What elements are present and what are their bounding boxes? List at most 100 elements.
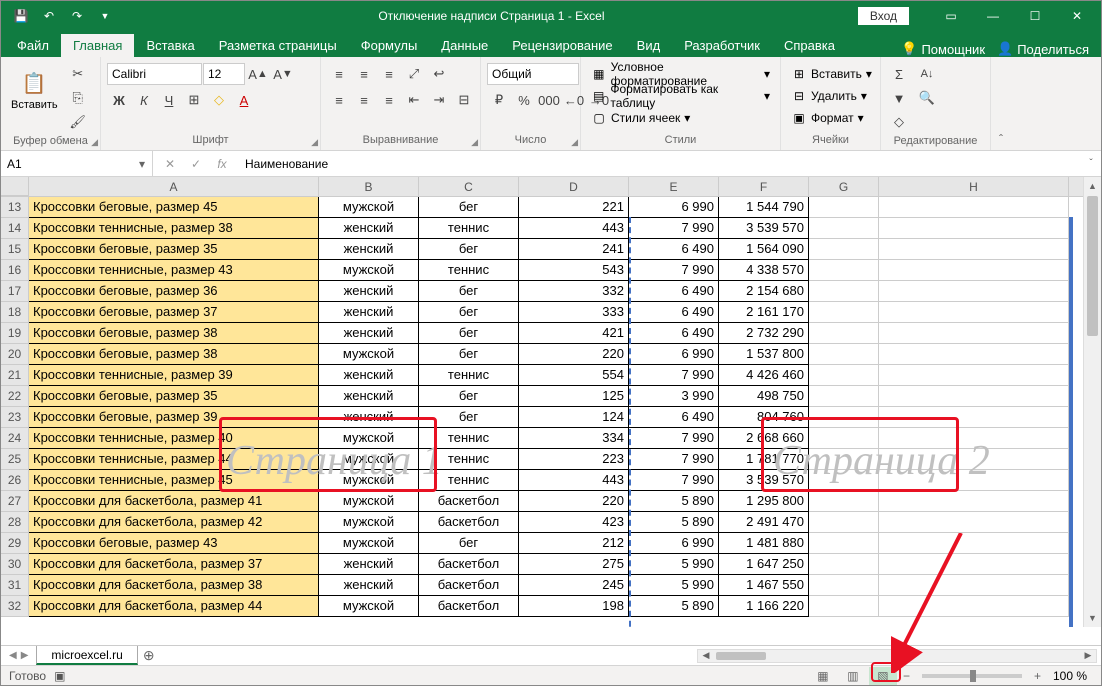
cell[interactable]: мужской (319, 533, 419, 554)
cell[interactable] (809, 428, 879, 449)
cell[interactable]: 5 890 (629, 596, 719, 617)
cell[interactable] (809, 302, 879, 323)
col-header-D[interactable]: D (519, 177, 629, 196)
cell[interactable]: 125 (519, 386, 629, 407)
horizontal-scrollbar[interactable]: ◀ ▶ (697, 649, 1097, 663)
number-launcher-icon[interactable]: ◢ (571, 137, 578, 148)
cell-styles-button[interactable]: ▢Стили ячеек ▾ (587, 107, 694, 129)
cell[interactable]: мужской (319, 512, 419, 533)
cell[interactable]: 221 (519, 197, 629, 218)
tab-insert[interactable]: Вставка (134, 34, 206, 57)
name-box-dropdown-icon[interactable]: ▾ (133, 157, 151, 171)
cell[interactable]: 7 990 (629, 218, 719, 239)
cell[interactable] (809, 218, 879, 239)
align-bottom-icon[interactable]: ≡ (377, 63, 401, 85)
cell[interactable]: 6 490 (629, 302, 719, 323)
indent-decrease-icon[interactable]: ⇤ (402, 89, 426, 111)
cell[interactable]: 443 (519, 470, 629, 491)
save-icon[interactable]: 💾 (9, 4, 33, 28)
accept-formula-icon[interactable]: ✓ (187, 157, 205, 171)
currency-icon[interactable]: ₽ (487, 89, 511, 111)
align-launcher-icon[interactable]: ◢ (471, 137, 478, 148)
cell[interactable] (809, 512, 879, 533)
hscroll-thumb[interactable] (716, 652, 766, 660)
cell[interactable] (879, 428, 1069, 449)
tab-formulas[interactable]: Формулы (349, 34, 430, 57)
clear-icon[interactable]: ◇ (887, 111, 911, 133)
wrap-text-icon[interactable]: ↩ (427, 63, 451, 85)
cell[interactable]: баскетбол (419, 554, 519, 575)
cell[interactable] (879, 365, 1069, 386)
align-left-icon[interactable]: ≡ (327, 89, 351, 111)
autosum-icon[interactable]: Σ (887, 63, 911, 85)
cell[interactable]: 223 (519, 449, 629, 470)
tab-review[interactable]: Рецензирование (500, 34, 624, 57)
scroll-right-icon[interactable]: ▶ (1080, 650, 1096, 662)
share-button[interactable]: 👤Поделиться (997, 41, 1089, 57)
row-header[interactable]: 18 (1, 302, 29, 323)
tab-file[interactable]: Файл (5, 34, 61, 57)
orientation-icon[interactable]: ⤢ (402, 63, 426, 85)
copy-icon[interactable]: ⎘ (66, 87, 90, 109)
cell[interactable] (879, 302, 1069, 323)
cell[interactable]: бег (419, 239, 519, 260)
cell[interactable]: 7 990 (629, 470, 719, 491)
row-header[interactable]: 20 (1, 344, 29, 365)
font-name-select[interactable] (107, 63, 202, 85)
cell[interactable]: Кроссовки беговые, размер 36 (29, 281, 319, 302)
cell[interactable]: Кроссовки теннисные, размер 43 (29, 260, 319, 281)
cell[interactable] (809, 449, 879, 470)
cell[interactable] (809, 365, 879, 386)
cell[interactable]: бег (419, 407, 519, 428)
cell[interactable]: 5 990 (629, 575, 719, 596)
cell[interactable]: 212 (519, 533, 629, 554)
zoom-slider[interactable] (922, 674, 1022, 678)
underline-button[interactable]: Ч (157, 89, 181, 111)
cell[interactable]: 3 539 570 (719, 218, 809, 239)
cell[interactable]: 220 (519, 344, 629, 365)
cell[interactable]: мужской (319, 449, 419, 470)
cell[interactable]: женский (319, 386, 419, 407)
cell[interactable]: женский (319, 407, 419, 428)
minimize-icon[interactable]: — (973, 2, 1013, 30)
tab-home[interactable]: Главная (61, 34, 134, 57)
font-size-select[interactable] (203, 63, 245, 85)
cell[interactable] (809, 197, 879, 218)
cell[interactable]: 6 990 (629, 533, 719, 554)
cell[interactable]: 443 (519, 218, 629, 239)
cell[interactable]: баскетбол (419, 491, 519, 512)
cell[interactable]: женский (319, 281, 419, 302)
cell[interactable]: мужской (319, 470, 419, 491)
cell[interactable] (809, 554, 879, 575)
number-format-select[interactable] (487, 63, 579, 85)
cancel-formula-icon[interactable]: ✕ (161, 157, 179, 171)
cell[interactable]: 7 990 (629, 365, 719, 386)
cell[interactable]: женский (319, 302, 419, 323)
cell[interactable]: женский (319, 575, 419, 596)
cell[interactable]: 6 490 (629, 323, 719, 344)
cell[interactable] (809, 407, 879, 428)
cell[interactable]: мужской (319, 197, 419, 218)
font-launcher-icon[interactable]: ◢ (311, 137, 318, 148)
cell[interactable]: 498 750 (719, 386, 809, 407)
cell[interactable]: 5 990 (629, 554, 719, 575)
cell[interactable]: 804 760 (719, 407, 809, 428)
align-center-icon[interactable]: ≡ (352, 89, 376, 111)
cell[interactable]: 2 161 170 (719, 302, 809, 323)
cell[interactable]: Кроссовки беговые, размер 35 (29, 386, 319, 407)
vertical-scrollbar[interactable]: ▲ ▼ (1083, 177, 1101, 627)
cell[interactable]: мужской (319, 596, 419, 617)
undo-icon[interactable]: ↶ (37, 4, 61, 28)
col-header-C[interactable]: C (419, 177, 519, 196)
comma-icon[interactable]: 000 (537, 89, 561, 111)
login-button[interactable]: Вход (858, 7, 909, 25)
cell[interactable]: бег (419, 344, 519, 365)
cell[interactable]: 7 990 (629, 260, 719, 281)
cell[interactable]: 7 990 (629, 449, 719, 470)
cell[interactable]: 333 (519, 302, 629, 323)
cell[interactable] (879, 323, 1069, 344)
cell[interactable] (879, 407, 1069, 428)
format-cells-button[interactable]: ▣Формат ▾ (787, 107, 868, 129)
italic-button[interactable]: К (132, 89, 156, 111)
cell[interactable]: мужской (319, 428, 419, 449)
